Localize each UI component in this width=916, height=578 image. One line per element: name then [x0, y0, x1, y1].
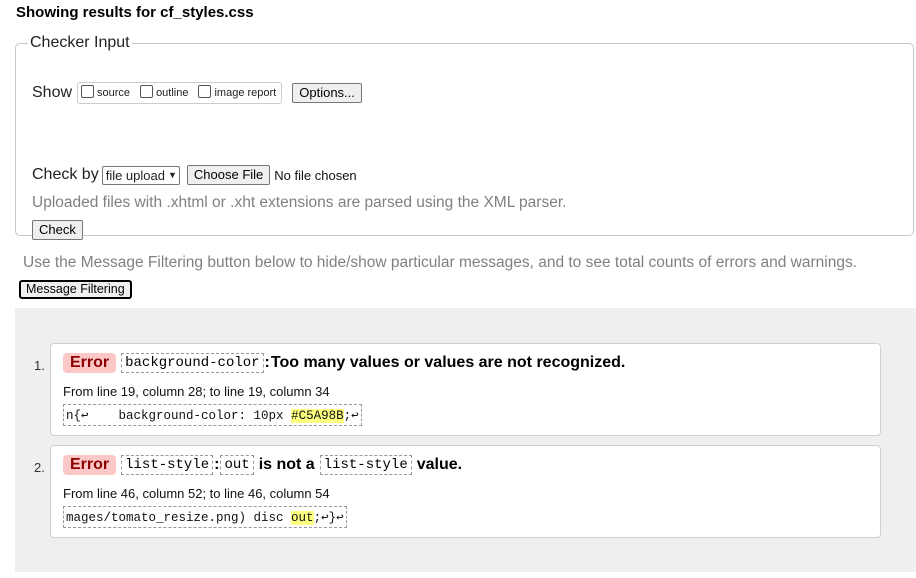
- chevron-down-icon: ▼: [167, 170, 177, 180]
- extract-highlight: #C5A98B: [291, 409, 344, 423]
- checker-input-legend: Checker Input: [30, 34, 130, 51]
- message-number: 2.: [34, 460, 45, 475]
- message-item: 2. Error list-style : out is not a list-…: [34, 445, 881, 538]
- outline-checkbox-label: outline: [156, 87, 189, 99]
- checker-input-fieldset: Checker Input Show source outline image …: [15, 34, 914, 240]
- image-report-checkbox-box[interactable]: [198, 84, 212, 98]
- no-file-text: No file chosen: [274, 167, 357, 183]
- error-badge: Error: [63, 353, 117, 373]
- extract-before: mages/tomato_resize.png) disc: [66, 511, 292, 525]
- code-extract: mages/tomato_resize.png) disc out;↩}↩: [63, 506, 347, 528]
- choose-file-button[interactable]: Choose File: [186, 165, 271, 185]
- error-badge: Error: [63, 455, 117, 475]
- options-button[interactable]: Options...: [292, 83, 362, 103]
- check-button[interactable]: Check: [32, 220, 83, 240]
- separator: :: [264, 354, 270, 371]
- check-by-row: Check by file upload ▼ Choose File No fil…: [32, 165, 357, 185]
- check-by-select[interactable]: file upload ▼: [101, 165, 180, 185]
- value-code[interactable]: out: [220, 455, 254, 475]
- outline-checkbox[interactable]: outline: [140, 84, 189, 100]
- message-text: is not a: [258, 456, 315, 473]
- property-code[interactable]: background-color: [121, 353, 264, 373]
- image-report-checkbox[interactable]: image report: [198, 84, 277, 100]
- message-number: 1.: [34, 358, 45, 373]
- message-filtering-button[interactable]: Message Filtering: [19, 280, 132, 299]
- code-extract: n{↩ background-color: 10px #C5A98B;↩: [63, 404, 362, 426]
- filtering-note: Use the Message Filtering button below t…: [23, 254, 858, 271]
- property-code[interactable]: list-style: [121, 455, 214, 475]
- image-report-checkbox-label: image report: [214, 87, 277, 99]
- check-by-value: file upload: [105, 167, 165, 183]
- show-label: Show: [32, 84, 73, 101]
- check-by-label: Check by: [32, 166, 99, 183]
- extract-after: ;↩: [343, 409, 359, 423]
- extract-after: ;↩}↩: [313, 511, 344, 525]
- message-location: From line 19, column 28; to line 19, col…: [63, 384, 330, 399]
- extract-highlight: out: [291, 511, 314, 525]
- source-checkbox[interactable]: source: [81, 84, 131, 100]
- message-location: From line 46, column 52; to line 46, col…: [63, 486, 330, 501]
- separator: :: [214, 456, 220, 473]
- source-checkbox-box[interactable]: [81, 84, 95, 98]
- show-row: Show source outline image report Options…: [32, 82, 362, 104]
- source-checkbox-label: source: [97, 87, 131, 99]
- uploaded-note: Uploaded files with .xhtml or .xht exten…: [32, 194, 567, 211]
- show-options-group: source outline image report: [77, 82, 283, 104]
- message-heading: Error list-style : out is not a list-sty…: [63, 455, 463, 475]
- message-text-2: value.: [416, 456, 463, 473]
- message-text: Too many values or values are not recogn…: [270, 354, 626, 371]
- outline-checkbox-box[interactable]: [140, 84, 154, 98]
- message-item: 1. Error background-color : Too many val…: [34, 343, 881, 436]
- extract-before: n{↩ background-color: 10px: [66, 409, 292, 423]
- property-code-2[interactable]: list-style: [319, 455, 412, 475]
- results-panel: 1. Error background-color : Too many val…: [15, 308, 916, 572]
- message-heading: Error background-color : Too many values…: [63, 353, 625, 373]
- page-title: Showing results for cf_styles.css: [16, 4, 254, 21]
